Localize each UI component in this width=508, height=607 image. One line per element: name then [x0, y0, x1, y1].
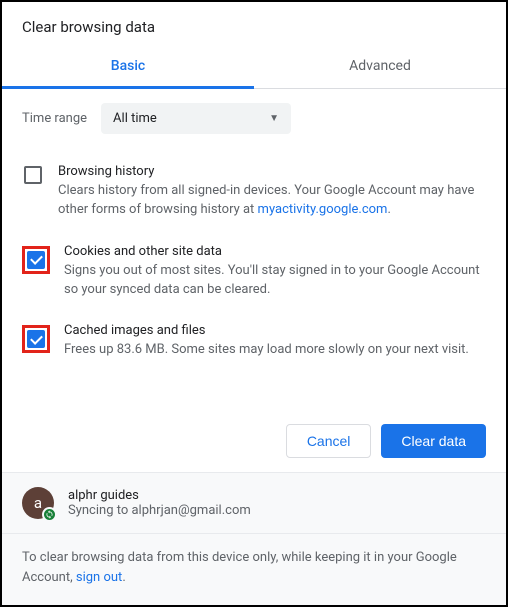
tab-basic[interactable]: Basic — [2, 48, 254, 89]
footer-text: To clear browsing data from this device … — [22, 548, 486, 587]
time-range-row: Time range All time ▼ — [2, 89, 506, 148]
divider — [2, 533, 506, 534]
myactivity-link[interactable]: myactivity.google.com — [258, 202, 388, 217]
dialog-title: Clear browsing data — [2, 2, 506, 48]
footer: a alphr guides Syncing to alphrjan@gmail… — [2, 472, 506, 605]
cancel-button[interactable]: Cancel — [286, 424, 372, 458]
option-desc: Clears history from all signed-in device… — [58, 182, 486, 220]
checkbox-cookies[interactable] — [27, 251, 45, 269]
checkbox-browsing-history[interactable] — [24, 166, 42, 184]
option-cache: Cached images and files Frees up 83.6 MB… — [22, 313, 486, 374]
button-row: Cancel Clear data — [2, 410, 506, 472]
checkbox-cache[interactable] — [27, 330, 45, 348]
tab-advanced[interactable]: Advanced — [254, 48, 506, 88]
option-desc: Frees up 83.6 MB. Some sites may load mo… — [64, 341, 469, 360]
chevron-down-icon: ▼ — [269, 113, 279, 124]
profile-name: alphr guides — [68, 488, 251, 503]
clear-data-button[interactable]: Clear data — [381, 424, 486, 458]
time-range-value: All time — [113, 111, 157, 126]
option-browsing-history: Browsing history Clears history from all… — [22, 154, 486, 234]
tabs: Basic Advanced — [2, 48, 506, 89]
highlight-box — [22, 246, 50, 274]
highlight-box — [22, 325, 50, 353]
option-cookies: Cookies and other site data Signs you ou… — [22, 234, 486, 314]
option-desc: Signs you out of most sites. You'll stay… — [64, 262, 486, 300]
option-title: Cached images and files — [64, 323, 469, 338]
option-title: Browsing history — [58, 164, 486, 179]
avatar: a — [22, 487, 54, 519]
sync-icon — [42, 507, 57, 522]
profile-row: a alphr guides Syncing to alphrjan@gmail… — [22, 487, 486, 519]
time-range-label: Time range — [22, 111, 87, 126]
time-range-select[interactable]: All time ▼ — [101, 103, 291, 134]
options-list: Browsing history Clears history from all… — [2, 148, 506, 374]
sign-out-link[interactable]: sign out — [76, 570, 122, 585]
option-title: Cookies and other site data — [64, 244, 486, 259]
profile-sync-status: Syncing to alphrjan@gmail.com — [68, 503, 251, 518]
